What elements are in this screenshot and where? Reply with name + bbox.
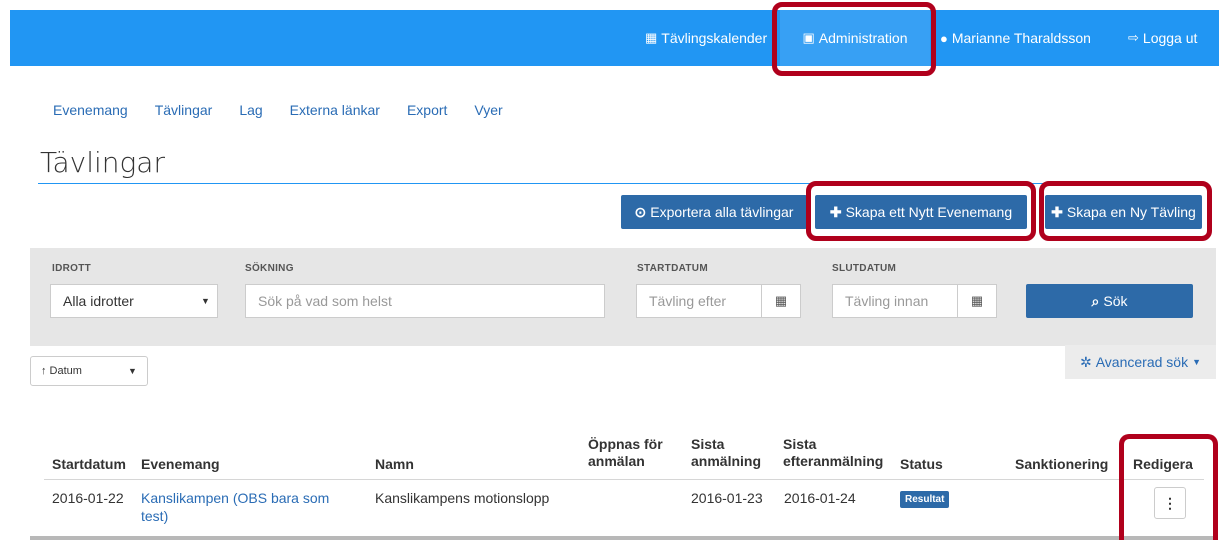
sport-select[interactable]: Alla idrotter <box>50 284 218 318</box>
calendar-icon: ▦ <box>970 293 984 308</box>
end-date-input[interactable]: Tävling innan <box>832 284 958 318</box>
search-button[interactable]: ⌕ Sök <box>1026 284 1193 318</box>
cell-sista-efteranmalning: 2016-01-24 <box>784 490 856 506</box>
new-event-button[interactable]: ✚ Skapa ett Nytt Evenemang <box>815 195 1027 229</box>
header-line: anmälan <box>588 453 645 469</box>
user-icon: ● <box>940 30 948 46</box>
header-status[interactable]: Status <box>900 456 943 473</box>
nav-label: Tävlingskalender <box>661 30 768 46</box>
caret-down-icon: ▼ <box>1192 357 1201 367</box>
title-divider <box>38 183 1200 184</box>
caret-down-icon: ▼ <box>201 296 210 306</box>
more-vertical-icon: ⋮ <box>1163 494 1177 511</box>
event-line: test) <box>141 508 169 524</box>
header-oppnas[interactable]: Öppnas för anmälan <box>588 436 663 470</box>
plus-icon: ✚ <box>829 203 842 220</box>
nav-tavlingskalender[interactable]: ▦ Tävlingskalender <box>645 10 767 66</box>
cell-evenemang-link[interactable]: Kanslikampen (OBS bara som test) <box>141 489 329 525</box>
caret-down-icon: ▼ <box>128 366 137 376</box>
header-namn[interactable]: Namn <box>375 456 414 473</box>
end-date-placeholder: Tävling innan <box>845 293 929 309</box>
sport-select-value: Alla idrotter <box>63 293 134 309</box>
nav-label: Marianne Tharaldsson <box>951 30 1091 46</box>
calendar-icon: ▦ <box>645 30 658 45</box>
nav-logout[interactable]: ⇨ Logga ut <box>1128 10 1197 66</box>
export-icon: ⊙ <box>634 203 647 220</box>
button-label: Skapa en Ny Tävling <box>1066 204 1196 220</box>
subnav-lag[interactable]: Lag <box>239 102 262 118</box>
cell-sista-anmalning: 2016-01-23 <box>691 490 763 506</box>
header-line: Sista <box>783 436 817 452</box>
end-date-calendar-button[interactable]: ▦ <box>957 284 997 318</box>
table-bottom-edge <box>30 536 1216 540</box>
nav-label: Logga ut <box>1142 30 1198 46</box>
search-label: SÖKNING <box>245 263 294 274</box>
header-sista-anmalning[interactable]: Sista anmälning <box>691 436 761 470</box>
new-competition-button[interactable]: ✚ Skapa en Ny Tävling <box>1045 195 1202 229</box>
header-sista-efteranmalning[interactable]: Sista efteranmälning <box>783 436 883 470</box>
header-line: Sista <box>691 436 725 452</box>
start-date-input[interactable]: Tävling efter <box>636 284 762 318</box>
sort-select-value: ↑ Datum <box>41 365 82 377</box>
button-label: Exportera alla tävlingar <box>650 204 794 220</box>
header-startdatum[interactable]: Startdatum <box>52 456 126 473</box>
subnav-tavlingar[interactable]: Tävlingar <box>155 102 213 118</box>
nav-administration[interactable]: ▣ Administration <box>780 10 930 66</box>
event-line: Kanslikampen (OBS bara som <box>141 490 330 506</box>
row-actions-button[interactable]: ⋮ <box>1154 487 1186 519</box>
search-input[interactable]: Sök på vad som helst <box>245 284 605 318</box>
end-date-label: SLUTDATUM <box>832 263 897 274</box>
start-date-label: STARTDATUM <box>637 263 708 274</box>
status-badge: Resultat <box>900 491 950 508</box>
plus-icon: ✚ <box>1051 203 1063 220</box>
briefcase-icon: ▣ <box>802 30 815 45</box>
advanced-search-toggle[interactable]: ✲ Avancerad sök ▼ <box>1065 345 1216 379</box>
cell-namn: Kanslikampens motionslopp <box>375 490 550 506</box>
sub-navigation: Evenemang Tävlingar Lag Externa länkar E… <box>53 102 530 118</box>
button-label: Skapa ett Nytt Evenemang <box>845 204 1013 220</box>
cell-startdatum: 2016-01-22 <box>52 490 124 506</box>
subnav-externa-lankar[interactable]: Externa länkar <box>290 102 380 118</box>
logout-icon: ⇨ <box>1128 30 1139 45</box>
header-evenemang[interactable]: Evenemang <box>141 456 220 473</box>
advanced-search-label: Avancerad sök <box>1095 354 1189 370</box>
button-label: Sök <box>1103 293 1128 309</box>
start-date-calendar-button[interactable]: ▦ <box>761 284 801 318</box>
header-line: anmälning <box>691 453 762 469</box>
subnav-export[interactable]: Export <box>407 102 447 118</box>
table-header-divider <box>44 479 1204 480</box>
header-line: efteranmälning <box>783 453 884 469</box>
calendar-icon: ▦ <box>774 293 788 308</box>
header-line: Öppnas för <box>588 436 663 452</box>
nav-user[interactable]: ● Marianne Tharaldsson <box>940 10 1091 66</box>
sport-label: IDROTT <box>52 263 92 274</box>
nav-label: Administration <box>818 30 908 46</box>
search-icon: ⌕ <box>1091 292 1100 309</box>
subnav-vyer[interactable]: Vyer <box>474 102 502 118</box>
search-placeholder: Sök på vad som helst <box>258 293 392 309</box>
subnav-evenemang[interactable]: Evenemang <box>53 102 128 118</box>
export-all-button[interactable]: ⊙ Exportera alla tävlingar <box>621 195 807 229</box>
start-date-placeholder: Tävling efter <box>649 293 727 309</box>
page-title: Tävlingar <box>40 146 165 179</box>
header-redigera: Redigera <box>1133 456 1193 472</box>
header-sanktionering[interactable]: Sanktionering <box>1015 456 1108 473</box>
gear-icon: ✲ <box>1079 353 1092 370</box>
